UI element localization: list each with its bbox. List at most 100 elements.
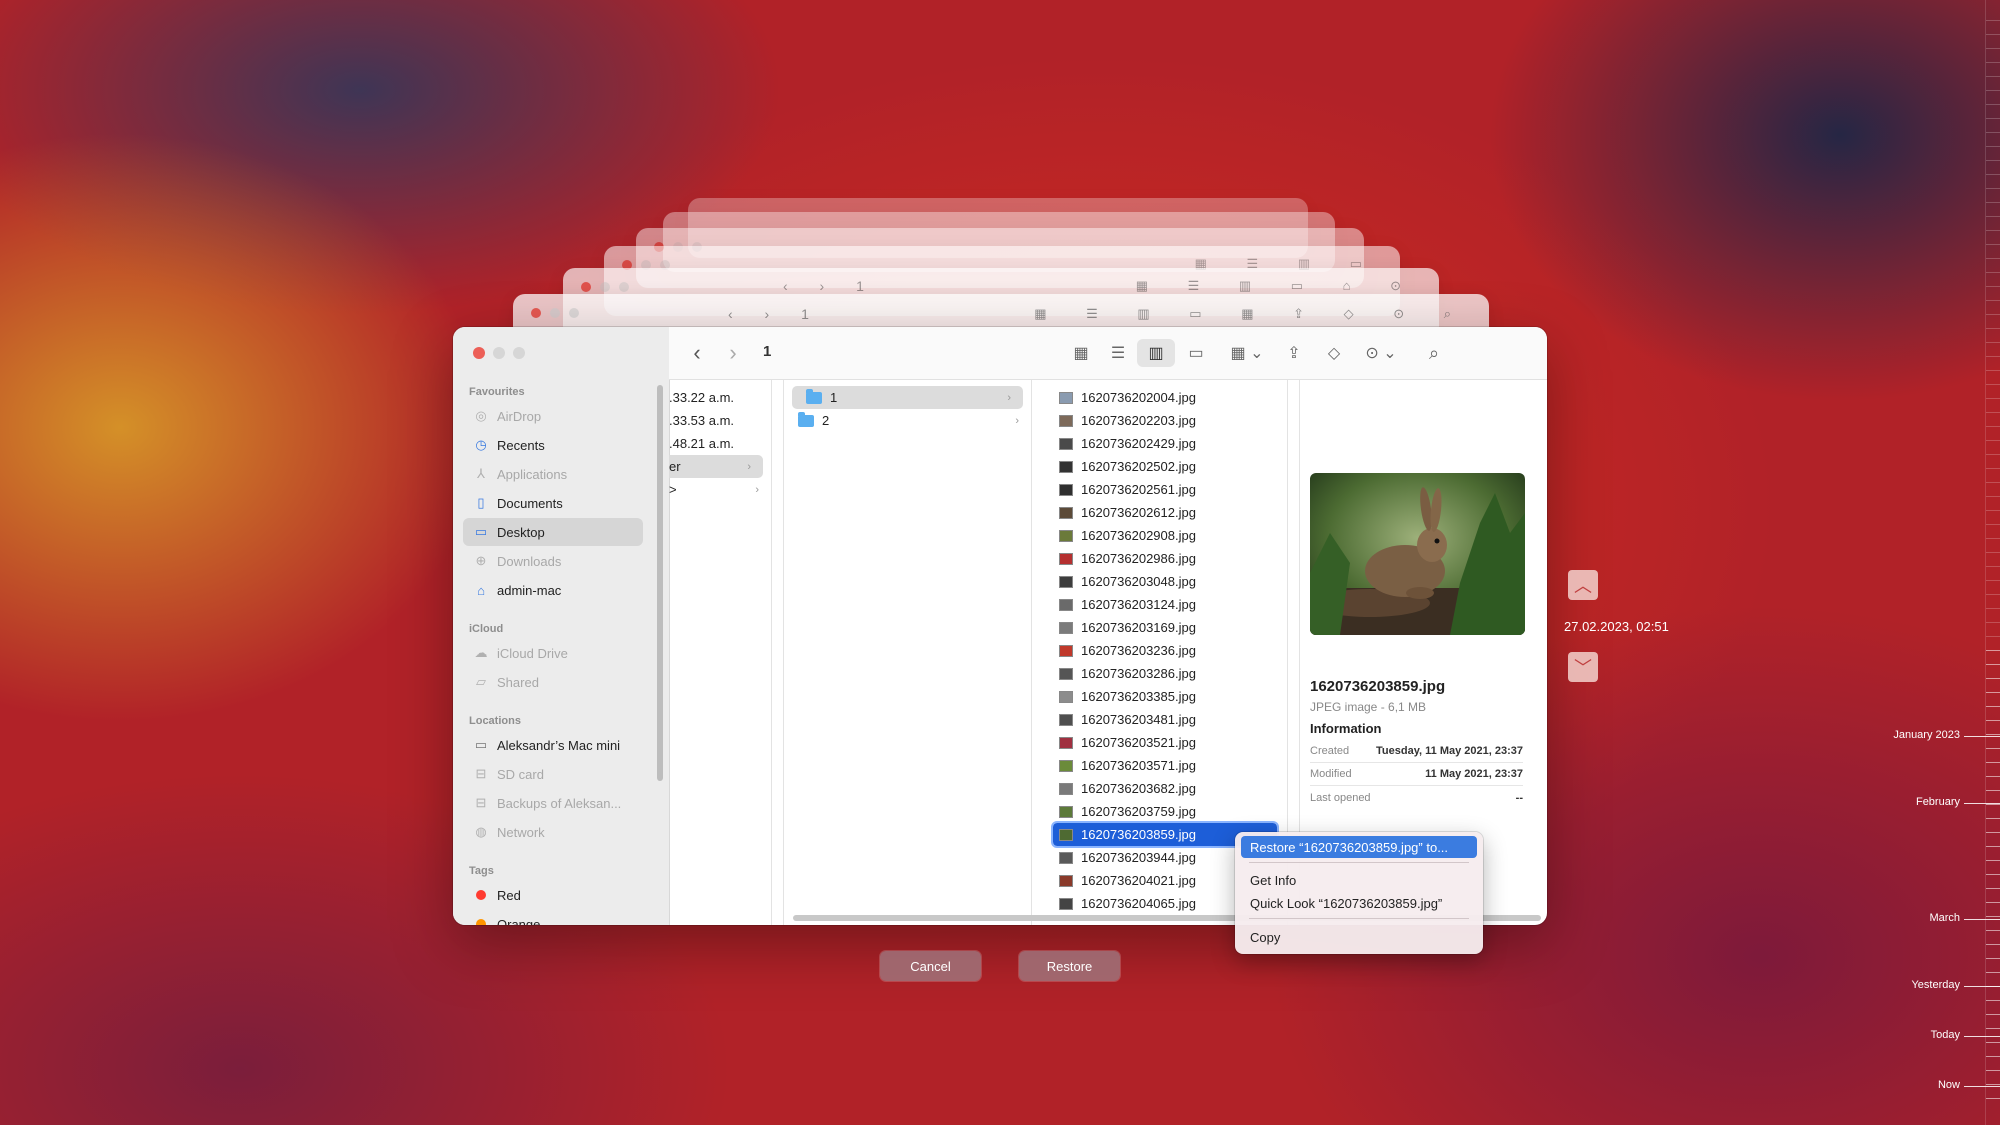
image-thumbnail-icon <box>1059 621 1073 634</box>
file-item[interactable]: 1620736203759.jpg <box>1043 800 1287 823</box>
menu-item-copy[interactable]: Copy <box>1241 926 1477 948</box>
sidebar-item-mac-mini[interactable]: ▭ Aleksandr’s Mac mini <box>463 731 643 759</box>
timeline-tick <box>1986 300 2000 301</box>
view-columns-button[interactable]: ▥ <box>1137 339 1175 367</box>
created-label: Created <box>1310 745 1350 757</box>
group-button[interactable]: ▦ ⌄ <box>1225 339 1269 367</box>
timeline-tick <box>1986 608 2000 609</box>
sidebar-item-network[interactable]: ◍ Network <box>463 818 643 846</box>
timeline[interactable]: January 2023 February March Yesterday Today N… <box>1800 0 2000 1125</box>
file-item[interactable]: 1620736203048.jpg <box>1043 570 1287 593</box>
timeline-label[interactable]: Today <box>1931 1029 1960 1041</box>
sidebar-item-airdrop[interactable]: ◎ AirDrop <box>463 402 643 430</box>
sidebar-item-downloads[interactable]: ⊕ Downloads <box>463 547 643 575</box>
timeline-tick <box>1986 678 2000 679</box>
restore-button[interactable]: Restore <box>1019 951 1120 981</box>
file-item[interactable]: 1620736202986.jpg <box>1043 547 1287 570</box>
close-button[interactable] <box>473 347 485 359</box>
sidebar-item-label: iCloud Drive <box>497 645 568 661</box>
tag-orange-dot <box>476 919 486 925</box>
timeline-label[interactable]: Yesterday <box>1911 979 1960 991</box>
timeline-label[interactable]: Now <box>1938 1079 1960 1091</box>
timeline-tick <box>1986 496 2000 497</box>
forward-button[interactable]: › <box>721 339 745 367</box>
folder-item-1[interactable]: 1 › <box>792 386 1023 409</box>
sidebar-item-backups[interactable]: ⊟ Backups of Aleksan... <box>463 789 643 817</box>
share-icon: ⇪ <box>1287 345 1301 362</box>
timeline-tick <box>1986 454 2000 455</box>
zoom-button[interactable] <box>513 347 525 359</box>
file-item[interactable]: 1620736203682.jpg <box>1043 777 1287 800</box>
file-item[interactable]: 1620736203571.jpg <box>1043 754 1287 777</box>
file-item[interactable]: 1620736202429.jpg <box>1043 432 1287 455</box>
favourites-header: Favourites <box>469 386 525 398</box>
older-snapshot-button[interactable]: ﹀ <box>1568 652 1598 682</box>
sidebar-item-recents[interactable]: ◷ Recents <box>463 431 643 459</box>
list-item[interactable]: .48.21 a.m. <box>669 432 771 455</box>
timeline-tick <box>1986 426 2000 427</box>
tag-button[interactable]: ◇ <box>1319 339 1349 367</box>
cancel-button[interactable]: Cancel <box>880 951 981 981</box>
timeline-tick <box>1986 90 2000 91</box>
menu-item-get-info[interactable]: Get Info <box>1241 869 1477 891</box>
file-name: 1620736204065.jpg <box>1081 896 1196 911</box>
file-item[interactable]: 1620736202612.jpg <box>1043 501 1287 524</box>
file-item[interactable]: 1620736202502.jpg <box>1043 455 1287 478</box>
sidebar-item-applications[interactable]: ⅄ Applications <box>463 460 643 488</box>
timeline-label[interactable]: March <box>1929 912 1960 924</box>
share-button[interactable]: ⇪ <box>1279 339 1309 367</box>
timeline-tick <box>1986 1056 2000 1057</box>
sidebar-item-documents[interactable]: ▯ Documents <box>463 489 643 517</box>
timeline-tick <box>1986 930 2000 931</box>
file-item[interactable]: 1620736203169.jpg <box>1043 616 1287 639</box>
more-actions-button[interactable]: ⊙ ⌄ <box>1359 339 1403 367</box>
file-item[interactable]: 1620736202561.jpg <box>1043 478 1287 501</box>
chevron-right-icon: › <box>729 340 737 365</box>
chevron-down-icon: ﹀ <box>1574 658 1592 678</box>
timeline-tick <box>1986 986 2000 987</box>
sidebar-item-tag-red[interactable]: Red <box>463 881 643 909</box>
menu-item-restore-to[interactable]: Restore “1620736203859.jpg” to... <box>1241 836 1477 858</box>
sidebar-item-tag-orange[interactable]: Orange <box>463 910 643 925</box>
list-item[interactable]: > › <box>669 478 771 501</box>
file-item[interactable]: 1620736202203.jpg <box>1043 409 1287 432</box>
file-item[interactable]: 1620736203286.jpg <box>1043 662 1287 685</box>
file-name: 1620736203521.jpg <box>1081 735 1196 750</box>
timeline-tick <box>1986 1042 2000 1043</box>
view-icons-button[interactable]: ▦ <box>1066 339 1096 367</box>
view-list-button[interactable]: ☰ <box>1103 339 1133 367</box>
timeline-tick <box>1986 944 2000 945</box>
view-gallery-button[interactable]: ▭ <box>1181 339 1211 367</box>
sidebar-scrollbar[interactable] <box>657 385 663 781</box>
timeline-tick <box>1986 734 2000 735</box>
newer-snapshot-button[interactable]: ︿ <box>1568 570 1598 600</box>
file-item[interactable]: 1620736203385.jpg <box>1043 685 1287 708</box>
file-item[interactable]: 1620736202004.jpg <box>1043 386 1287 409</box>
search-icon: ⌕ <box>1428 342 1440 363</box>
file-item[interactable]: 1620736203481.jpg <box>1043 708 1287 731</box>
sidebar-item-admin-mac[interactable]: ⌂ admin-mac <box>463 576 643 604</box>
timeline-tick <box>1986 524 2000 525</box>
list-item[interactable]: .33.22 a.m. <box>669 386 771 409</box>
list-item[interactable]: er › <box>669 455 763 478</box>
file-item[interactable]: 1620736203124.jpg <box>1043 593 1287 616</box>
file-item[interactable]: 1620736202908.jpg <box>1043 524 1287 547</box>
menu-item-quick-look[interactable]: Quick Look “1620736203859.jpg” <box>1241 892 1477 914</box>
timeline-label[interactable]: January 2023 <box>1893 729 1960 741</box>
file-name: 1620736202203.jpg <box>1081 413 1196 428</box>
sidebar-item-sd-card[interactable]: ⊟ SD card <box>463 760 643 788</box>
back-button[interactable]: ‹ <box>685 339 709 367</box>
sidebar-item-shared[interactable]: ▱ Shared <box>463 668 643 696</box>
column-folders: 1 › 2 › <box>783 380 1032 925</box>
file-name: 1620736202429.jpg <box>1081 436 1196 451</box>
file-item[interactable]: 1620736203521.jpg <box>1043 731 1287 754</box>
sidebar-item-icloud-drive[interactable]: ☁ iCloud Drive <box>463 639 643 667</box>
list-item[interactable]: .33.53 a.m. <box>669 409 771 432</box>
search-button[interactable]: ⌕ <box>1419 339 1449 367</box>
file-item[interactable]: 1620736203236.jpg <box>1043 639 1287 662</box>
timeline-tick <box>1986 384 2000 385</box>
timeline-label[interactable]: February <box>1916 796 1960 808</box>
sidebar-item-desktop[interactable]: ▭ Desktop <box>463 518 643 546</box>
minimize-button[interactable] <box>493 347 505 359</box>
folder-item-2[interactable]: 2 › <box>784 409 1031 432</box>
